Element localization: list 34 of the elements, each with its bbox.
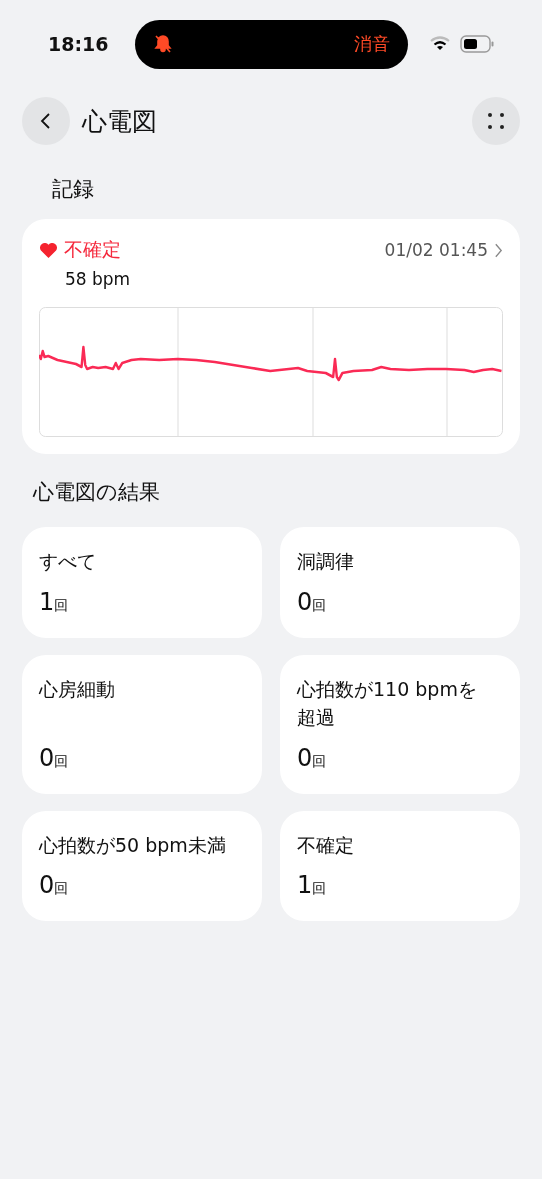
record-card[interactable]: 不確定 01/02 01:45 58 bpm	[22, 219, 520, 454]
result-label: 不確定	[297, 832, 355, 858]
result-card[interactable]: 心房細動 0回	[22, 654, 262, 794]
heart-icon	[39, 241, 58, 259]
result-card[interactable]: すべて 1 回	[22, 527, 262, 638]
status-time: 18:16	[47, 33, 110, 55]
result-label: 心房細動	[39, 676, 116, 702]
four-dots-icon	[486, 111, 506, 131]
result-label: すべて	[39, 549, 97, 574]
record-status: 不確定	[64, 237, 121, 262]
heart-rate: 58 bpm	[65, 269, 132, 289]
result-label: 心拍数が110 bpmを超過	[297, 676, 478, 730]
result-label: 心拍数が50 bpm未満	[39, 832, 227, 858]
result-count: 0回	[297, 587, 328, 616]
result-count: 1 回	[39, 587, 70, 616]
section-title: 記録	[52, 176, 95, 203]
battery-icon	[460, 35, 494, 53]
result-count: 0回	[39, 743, 70, 772]
result-card[interactable]: 洞調律 0回	[280, 527, 520, 638]
result-label: 洞調律	[297, 549, 355, 574]
result-card[interactable]: 不確定 1 回	[280, 810, 520, 921]
wifi-icon	[430, 36, 450, 52]
result-card[interactable]: 心拍数が50 bpm未満 0回	[22, 810, 262, 921]
page-title: 心電図	[82, 105, 158, 138]
section-title: 心電図の結果	[33, 479, 161, 506]
result-count: 1 回	[297, 871, 328, 899]
more-button[interactable]	[472, 97, 520, 145]
chevron-right-icon	[494, 241, 503, 259]
result-count: 0回	[39, 871, 70, 899]
result-count: 0回	[297, 743, 328, 772]
record-timestamp: 01/02 01:45	[384, 240, 488, 260]
result-card[interactable]: 心拍数が110 bpmを超過 0回	[280, 654, 520, 794]
muted-bell-icon	[153, 34, 173, 54]
mute-label: 消音	[354, 32, 390, 56]
